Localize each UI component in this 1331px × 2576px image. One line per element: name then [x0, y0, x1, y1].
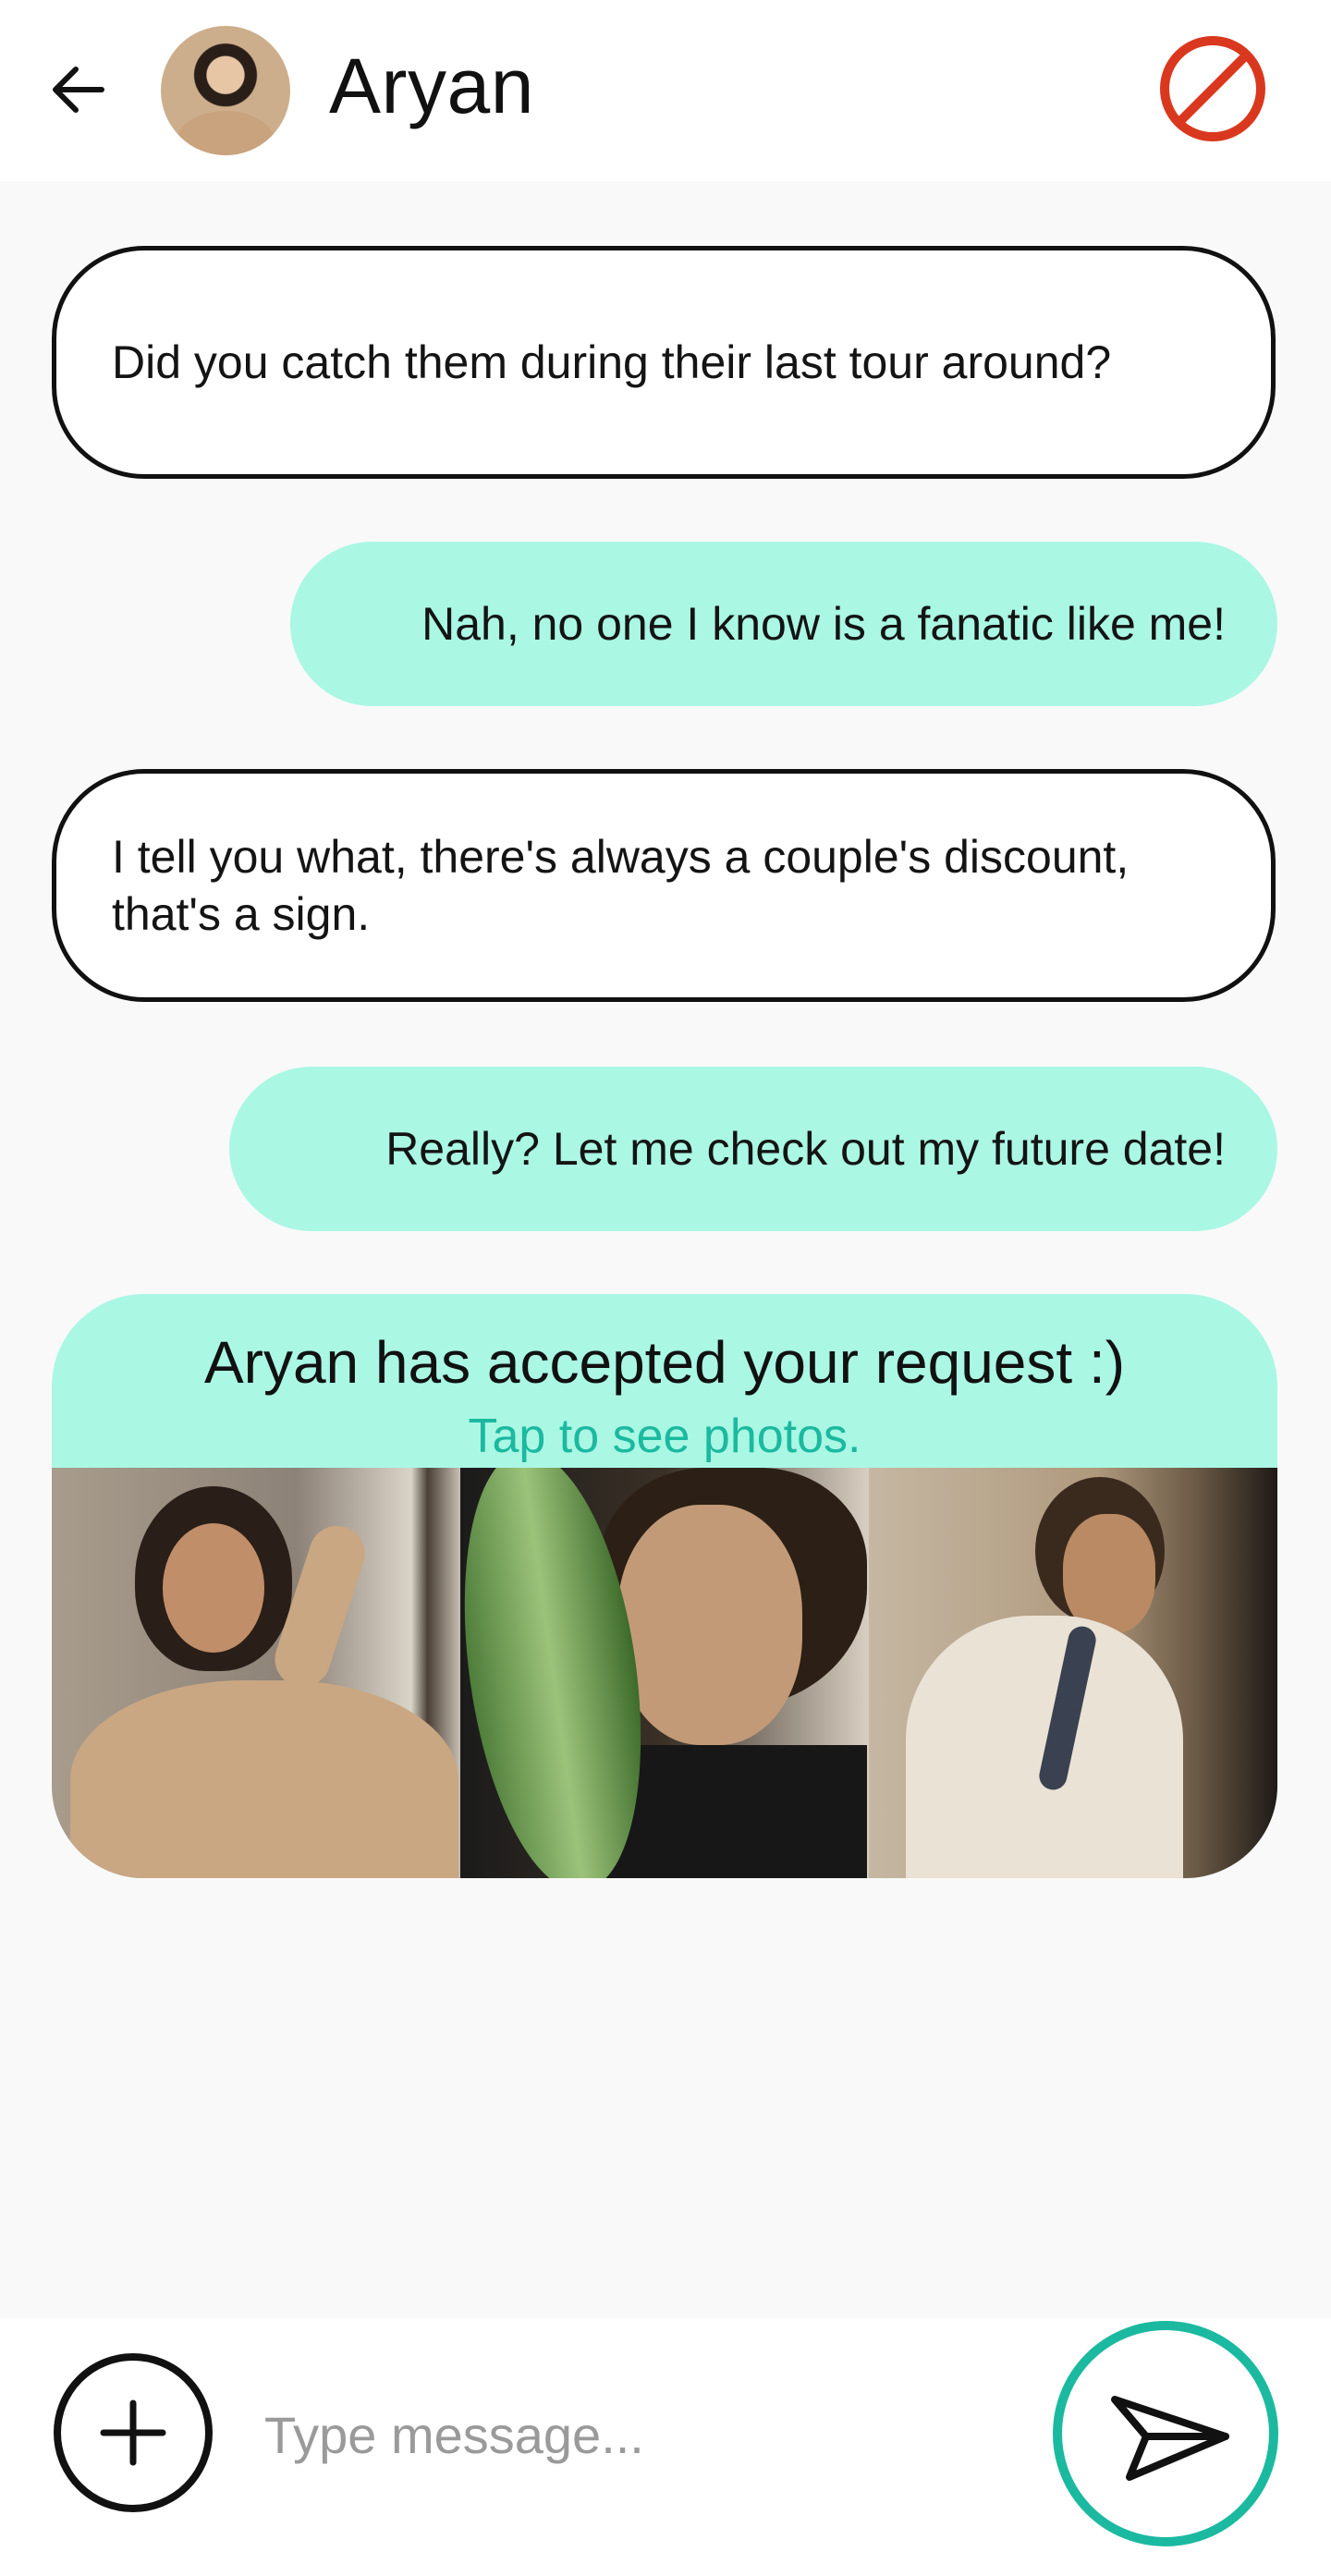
message-outgoing[interactable]: Really? Let me check out my future date!: [229, 1067, 1277, 1231]
request-accepted-card[interactable]: Aryan has accepted your request :) Tap t…: [52, 1294, 1277, 1878]
contact-name: Aryan: [329, 43, 534, 129]
message-outgoing[interactable]: Nah, no one I know is a fanatic like me!: [290, 542, 1277, 706]
photo-3[interactable]: [869, 1468, 1277, 1878]
card-title: Aryan has accepted your request :): [203, 1329, 1126, 1396]
send-icon[interactable]: [1050, 2318, 1281, 2549]
message-text: I tell you what, there's always a couple…: [112, 831, 1130, 940]
message-incoming[interactable]: Did you catch them during their last tou…: [52, 246, 1276, 479]
see-photos-link[interactable]: Tap to see photos.: [52, 1409, 1277, 1464]
photo-strip[interactable]: [52, 1468, 1277, 1878]
message-incoming[interactable]: I tell you what, there's always a couple…: [52, 769, 1276, 1002]
message-text: Really? Let me check out my future date!: [385, 1123, 1226, 1175]
photo-2[interactable]: [460, 1468, 869, 1878]
message-text: Nah, no one I know is a fanatic like me!: [421, 598, 1226, 650]
plus-icon[interactable]: [52, 2351, 214, 2514]
message-text: Did you catch them during their last tou…: [112, 336, 1112, 388]
chat-header: Aryan: [0, 0, 1331, 181]
photo-1[interactable]: [52, 1468, 460, 1878]
avatar[interactable]: [161, 26, 290, 155]
message-input[interactable]: [263, 2383, 1006, 2486]
composer-bar: [0, 2318, 1331, 2576]
arrow-left-icon[interactable]: [46, 57, 111, 122]
block-icon[interactable]: [1157, 33, 1268, 144]
